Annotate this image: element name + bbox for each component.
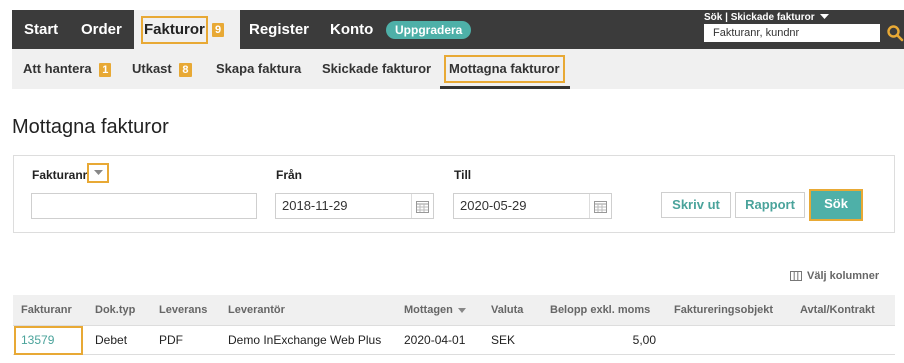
nav-konto-label: Konto	[330, 21, 374, 38]
subnav-skickade-fakturor-label: Skickade fakturor	[322, 61, 432, 76]
nav-order[interactable]: Order	[81, 10, 122, 49]
col-valuta[interactable]: Valuta	[491, 295, 523, 326]
search-input[interactable]	[704, 24, 880, 42]
sub-navigation: Att hantera 1 Utkast 8 Skapa faktura Ski…	[12, 49, 904, 89]
filter-panel: Fakturanr Från 2018-11-29 Till 2020-05-2…	[13, 155, 895, 233]
subnav-att-hantera[interactable]: Att hantera 1	[23, 49, 112, 89]
search-scope-dropdown[interactable]: Sök | Skickade fakturor	[704, 12, 830, 23]
chevron-down-icon	[820, 14, 830, 20]
print-button[interactable]: Skriv ut	[661, 192, 731, 218]
nav-register-label: Register	[249, 21, 310, 38]
from-date-input[interactable]: 2018-11-29	[275, 193, 434, 219]
nav-start[interactable]: Start	[24, 10, 58, 49]
subnav-utkast[interactable]: Utkast 8	[132, 49, 192, 89]
columns-icon	[790, 271, 802, 281]
att-hantera-count-badge: 1	[99, 62, 112, 77]
col-leverantor[interactable]: Leverantör	[228, 295, 285, 326]
search-icon	[887, 25, 904, 42]
upgrade-button[interactable]: Uppgradera	[386, 21, 472, 39]
page-title: Mottagna fakturor	[12, 116, 169, 138]
col-belopp[interactable]: Belopp exkl. moms	[550, 295, 650, 326]
utkast-count-badge: 8	[179, 62, 192, 77]
choose-columns-label: Välj kolumner	[807, 270, 880, 282]
fakturor-count-badge: 9	[212, 23, 225, 38]
col-mottagen[interactable]: Mottagen	[404, 295, 466, 326]
invoice-number-link[interactable]: 13579	[14, 326, 83, 355]
caret-down-icon	[93, 170, 103, 175]
subnav-mottagna-fakturor[interactable]: Mottagna fakturor	[444, 49, 565, 89]
nav-order-label: Order	[81, 21, 122, 38]
from-label: Från	[276, 168, 303, 182]
nav-fakturor-label: Fakturor	[141, 16, 208, 44]
nav-fakturor[interactable]: Fakturor 9	[134, 10, 240, 49]
nav-start-label: Start	[24, 21, 59, 38]
fakturanr-label: Fakturanr	[32, 168, 88, 182]
subnav-utkast-label: Utkast	[132, 61, 172, 76]
search-scope-label: Sök | Skickade fakturor	[704, 12, 815, 23]
active-tab-underline	[440, 86, 570, 89]
subnav-att-hantera-label: Att hantera	[23, 61, 92, 76]
calendar-icon	[416, 200, 429, 213]
table-header: Fakturanr Dok.typ Leverans Leverantör Mo…	[13, 295, 895, 326]
col-avtal-kontrakt[interactable]: Avtal/Kontrakt	[800, 295, 875, 326]
to-date-value: 2020-05-29	[460, 198, 527, 213]
subnav-skapa-faktura[interactable]: Skapa faktura	[216, 49, 301, 89]
from-calendar-button[interactable]	[411, 194, 433, 218]
nav-konto[interactable]: Konto	[330, 10, 373, 49]
cell-valuta: SEK	[491, 333, 516, 347]
cell-leverantor: Demo InExchange Web Plus	[228, 333, 382, 347]
calendar-icon	[594, 200, 607, 213]
subnav-skapa-faktura-label: Skapa faktura	[216, 61, 302, 76]
top-navigation: Start Order Fakturor 9 Register Konto Up…	[12, 10, 904, 49]
col-doktyp[interactable]: Dok.typ	[95, 295, 135, 326]
to-calendar-button[interactable]	[589, 194, 611, 218]
from-date-value: 2018-11-29	[282, 198, 348, 213]
search-submit-button[interactable]: Sök	[809, 189, 863, 221]
col-faktureringsobjekt[interactable]: Faktureringsobjekt	[674, 295, 773, 326]
sort-desc-icon	[457, 307, 466, 313]
choose-columns-link[interactable]: Välj kolumner	[790, 270, 879, 282]
col-fakturanr[interactable]: Fakturanr	[21, 295, 72, 326]
cell-mottagen: 2020-04-01	[404, 333, 466, 347]
report-button[interactable]: Rapport	[735, 192, 805, 218]
fakturanr-field-dropdown[interactable]	[87, 163, 109, 183]
col-mottagen-label: Mottagen	[404, 304, 453, 316]
fakturanr-input[interactable]	[31, 193, 257, 219]
subnav-skickade-fakturor[interactable]: Skickade fakturor	[322, 49, 431, 89]
cell-leverans: PDF	[159, 333, 183, 347]
table-row[interactable]: 13579 Debet PDF Demo InExchange Web Plus…	[13, 326, 895, 355]
to-date-input[interactable]: 2020-05-29	[453, 193, 612, 219]
nav-register[interactable]: Register	[249, 10, 309, 49]
cell-belopp: 5,00	[632, 333, 656, 347]
to-label: Till	[454, 168, 472, 182]
col-leverans[interactable]: Leverans	[159, 295, 207, 326]
subnav-mottagna-fakturor-label: Mottagna fakturor	[444, 55, 565, 83]
cell-doktyp: Debet	[95, 333, 128, 347]
search-button[interactable]	[886, 24, 904, 42]
